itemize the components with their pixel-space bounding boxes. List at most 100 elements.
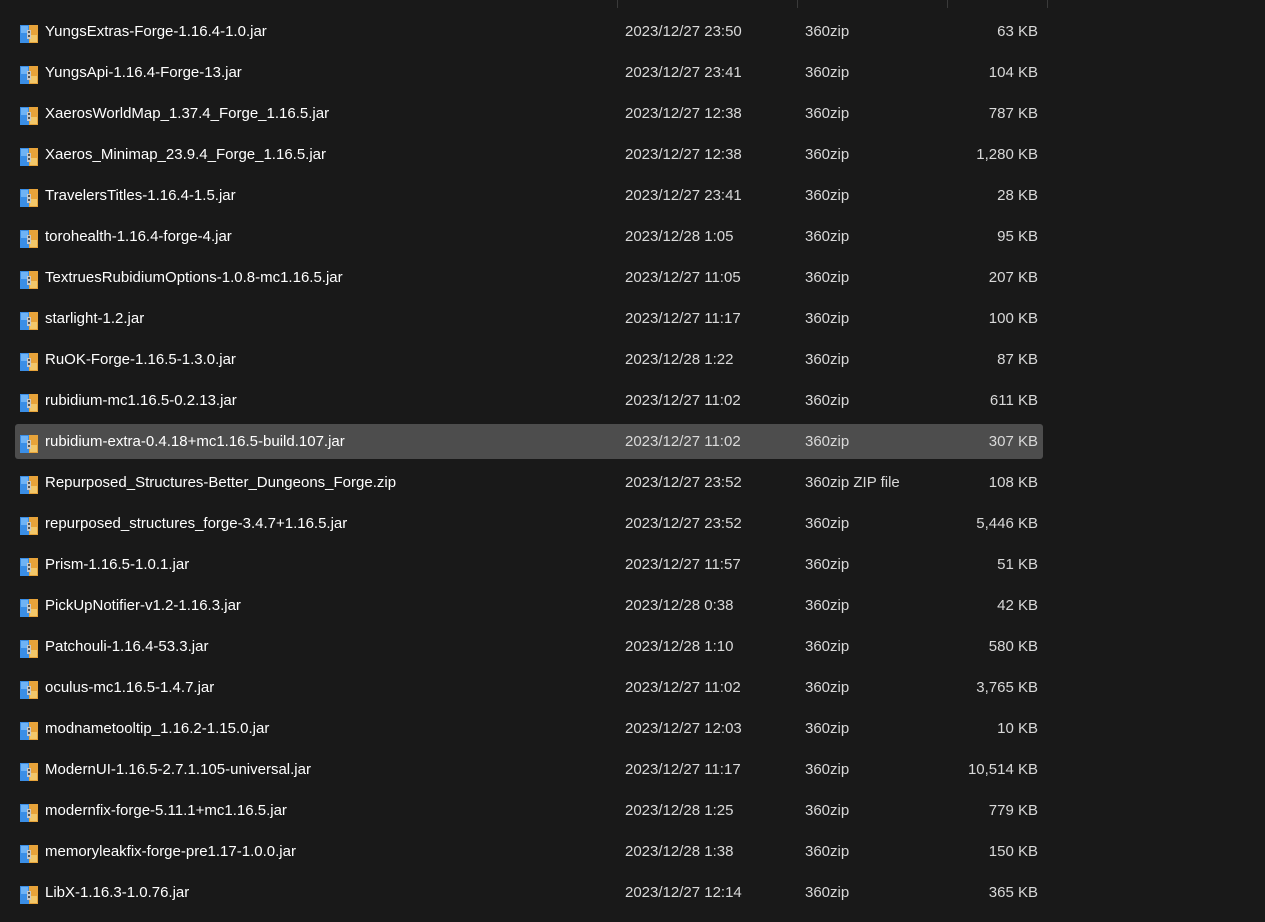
file-type: 360zip (805, 597, 850, 614)
file-row[interactable]: TextruesRubidiumOptions-1.0.8-mc1.16.5.j… (15, 260, 1043, 295)
file-row[interactable]: Xaeros_Minimap_23.9.4_Forge_1.16.5.jar 2… (15, 137, 1043, 172)
file-size: 100 KB (988, 310, 1038, 327)
file-type: 360zip (805, 269, 850, 286)
file-name: PickUpNotifier-v1.2-1.16.3.jar (45, 597, 241, 614)
file-row[interactable]: rubidium-mc1.16.5-0.2.13.jar 2023/12/27 … (15, 383, 1043, 418)
file-name: TextruesRubidiumOptions-1.0.8-mc1.16.5.j… (45, 269, 343, 286)
file-date-modified: 2023/12/27 11:02 (625, 679, 741, 696)
file-row[interactable]: torohealth-1.16.4-forge-4.jar 2023/12/28… (15, 219, 1043, 254)
file-name: YungsApi-1.16.4-Forge-13.jar (45, 64, 242, 81)
file-name: memoryleakfix-forge-pre1.17-1.0.0.jar (45, 843, 296, 860)
file-size: 779 KB (988, 802, 1038, 819)
file-row[interactable]: LibX-1.16.3-1.0.76.jar 2023/12/27 12:14 … (15, 875, 1043, 910)
file-type: 360zip (805, 761, 850, 778)
file-type: 360zip (805, 720, 850, 737)
column-divider-date[interactable] (617, 0, 618, 8)
file-name: modernfix-forge-5.11.1+mc1.16.5.jar (45, 802, 287, 819)
file-row[interactable]: rubidium-extra-0.4.18+mc1.16.5-build.107… (15, 424, 1043, 459)
file-date-modified: 2023/12/27 12:14 (625, 884, 742, 901)
file-date-modified: 2023/12/28 1:38 (625, 843, 734, 860)
file-row[interactable]: PickUpNotifier-v1.2-1.16.3.jar 2023/12/2… (15, 588, 1043, 623)
archive-file-icon (19, 22, 39, 43)
file-date-modified: 2023/12/27 23:41 (625, 187, 742, 204)
file-name: starlight-1.2.jar (45, 310, 145, 327)
file-date-modified: 2023/12/27 11:17 (625, 310, 741, 327)
file-type: 360zip (805, 638, 850, 655)
file-name: modnametooltip_1.16.2-1.15.0.jar (45, 720, 270, 737)
file-size: 611 KB (989, 392, 1038, 409)
column-header-strip (0, 0, 1048, 8)
archive-file-icon (19, 637, 39, 658)
file-name: Patchouli-1.16.4-53.3.jar (45, 638, 209, 655)
archive-file-icon (19, 145, 39, 166)
file-date-modified: 2023/12/27 12:38 (625, 146, 742, 163)
file-name: Repurposed_Structures-Better_Dungeons_Fo… (45, 474, 397, 491)
file-name: torohealth-1.16.4-forge-4.jar (45, 228, 232, 245)
file-type: 360zip (805, 228, 850, 245)
file-row[interactable]: Patchouli-1.16.4-53.3.jar 2023/12/28 1:1… (15, 629, 1043, 664)
file-date-modified: 2023/12/27 11:05 (625, 269, 741, 286)
file-row[interactable]: XaerosWorldMap_1.37.4_Forge_1.16.5.jar 2… (15, 96, 1043, 131)
file-date-modified: 2023/12/28 1:05 (625, 228, 734, 245)
column-divider-size[interactable] (947, 0, 948, 8)
file-date-modified: 2023/12/28 0:38 (625, 597, 734, 614)
file-size: 10,514 KB (967, 761, 1038, 778)
file-row[interactable]: modernfix-forge-5.11.1+mc1.16.5.jar 2023… (15, 793, 1043, 828)
file-row[interactable]: TravelersTitles-1.16.4-1.5.jar 2023/12/2… (15, 178, 1043, 213)
file-name: RuOK-Forge-1.16.5-1.3.0.jar (45, 351, 236, 368)
file-size: 365 KB (988, 884, 1038, 901)
file-date-modified: 2023/12/27 23:41 (625, 64, 742, 81)
file-type: 360zip (805, 843, 850, 860)
file-type: 360zip (805, 23, 850, 40)
file-size: 108 KB (988, 474, 1038, 491)
file-size: 787 KB (988, 105, 1038, 122)
file-name: Prism-1.16.5-1.0.1.jar (45, 556, 190, 573)
file-type: 360zip (805, 64, 850, 81)
file-row[interactable]: Prism-1.16.5-1.0.1.jar 2023/12/27 11:57 … (15, 547, 1043, 582)
file-name: oculus-mc1.16.5-1.4.7.jar (45, 679, 215, 696)
column-divider-end[interactable] (1047, 0, 1048, 8)
file-date-modified: 2023/12/28 1:25 (625, 802, 734, 819)
file-size: 104 KB (988, 64, 1038, 81)
file-type: 360zip (805, 802, 850, 819)
file-row[interactable]: starlight-1.2.jar 2023/12/27 11:17 360zi… (15, 301, 1043, 336)
file-type: 360zip (805, 679, 850, 696)
file-date-modified: 2023/12/27 11:17 (625, 761, 741, 778)
file-size: 207 KB (988, 269, 1038, 286)
file-row[interactable]: YungsExtras-Forge-1.16.4-1.0.jar 2023/12… (15, 14, 1043, 49)
file-name: rubidium-extra-0.4.18+mc1.16.5-build.107… (45, 433, 345, 450)
file-row[interactable]: modnametooltip_1.16.2-1.15.0.jar 2023/12… (15, 711, 1043, 746)
file-row[interactable]: memoryleakfix-forge-pre1.17-1.0.0.jar 20… (15, 834, 1043, 869)
archive-file-icon (19, 514, 39, 535)
file-date-modified: 2023/12/27 11:02 (625, 433, 741, 450)
file-size: 87 KB (997, 351, 1038, 368)
archive-file-icon (19, 63, 39, 84)
archive-file-icon (19, 186, 39, 207)
file-row[interactable]: YungsApi-1.16.4-Forge-13.jar 2023/12/27 … (15, 55, 1043, 90)
file-size: 3,765 KB (976, 679, 1038, 696)
file-size: 95 KB (997, 228, 1038, 245)
archive-file-icon (19, 309, 39, 330)
file-type: 360zip (805, 351, 850, 368)
archive-file-icon (19, 719, 39, 740)
file-row[interactable]: repurposed_structures_forge-3.4.7+1.16.5… (15, 506, 1043, 541)
column-divider-type[interactable] (797, 0, 798, 8)
file-name: Xaeros_Minimap_23.9.4_Forge_1.16.5.jar (45, 146, 327, 163)
file-date-modified: 2023/12/27 23:52 (625, 474, 742, 491)
file-date-modified: 2023/12/28 1:10 (625, 638, 734, 655)
archive-file-icon (19, 678, 39, 699)
file-date-modified: 2023/12/27 12:38 (625, 105, 742, 122)
file-name: TravelersTitles-1.16.4-1.5.jar (45, 187, 236, 204)
file-row[interactable]: RuOK-Forge-1.16.5-1.3.0.jar 2023/12/28 1… (15, 342, 1043, 377)
file-row[interactable]: ModernUI-1.16.5-2.7.1.105-universal.jar … (15, 752, 1043, 787)
file-name: rubidium-mc1.16.5-0.2.13.jar (45, 392, 237, 409)
file-date-modified: 2023/12/27 11:02 (625, 392, 741, 409)
file-type: 360zip (805, 884, 850, 901)
file-date-modified: 2023/12/27 12:03 (625, 720, 742, 737)
file-name: YungsExtras-Forge-1.16.4-1.0.jar (45, 23, 267, 40)
archive-file-icon (19, 350, 39, 371)
file-row[interactable]: oculus-mc1.16.5-1.4.7.jar 2023/12/27 11:… (15, 670, 1043, 705)
file-row[interactable]: Repurposed_Structures-Better_Dungeons_Fo… (15, 465, 1043, 500)
file-size: 580 KB (988, 638, 1038, 655)
file-type: 360zip (805, 187, 850, 204)
